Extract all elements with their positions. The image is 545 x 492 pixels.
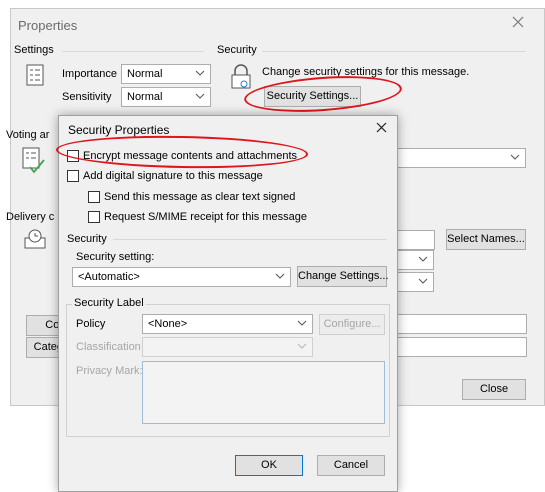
signature-label: Add digital signature to this message — [83, 170, 263, 182]
close-icon[interactable] — [512, 16, 524, 28]
security-group-header: Security — [217, 44, 257, 56]
importance-value: Normal — [127, 68, 163, 80]
privacy-mark-field[interactable] — [142, 361, 385, 424]
categories-field[interactable] — [392, 337, 527, 357]
chevron-down-icon — [296, 317, 308, 329]
change-settings-button[interactable]: Change Settings... — [297, 266, 389, 287]
contacts-field[interactable] — [392, 314, 527, 334]
settings-header: Settings — [14, 44, 54, 56]
policy-value: <None> — [148, 318, 188, 330]
chevron-down-icon — [509, 151, 521, 163]
settings-divider — [62, 51, 204, 52]
lock-icon — [229, 64, 253, 90]
dialog-security-header: Security — [67, 233, 107, 245]
signature-checkbox[interactable] — [67, 170, 79, 182]
clear-text-checkbox[interactable] — [88, 191, 100, 203]
delivery-field[interactable] — [392, 230, 435, 250]
voting-select[interactable] — [392, 148, 526, 168]
importance-select[interactable]: Normal — [121, 64, 211, 84]
clear-text-label: Send this message as clear text signed — [104, 191, 296, 203]
chevron-down-icon — [417, 253, 429, 265]
select-names-button[interactable]: Select Names... — [446, 229, 526, 250]
chevron-down-icon — [417, 275, 429, 287]
security-setting-label: Security setting: — [76, 251, 155, 263]
security-label-header: Security Label — [72, 297, 146, 309]
chevron-down-icon — [194, 90, 206, 102]
settings-icon — [26, 64, 44, 86]
importance-label: Importance — [62, 68, 118, 80]
chevron-down-icon — [194, 67, 206, 79]
configure-button[interactable]: Configure... — [319, 314, 385, 335]
policy-label: Policy — [76, 318, 106, 330]
delivery-header: Delivery c — [6, 211, 55, 223]
policy-select[interactable]: <None> — [142, 314, 313, 334]
classification-select[interactable] — [142, 337, 313, 357]
voting-icon — [22, 147, 46, 175]
security-setting-value: <Automatic> — [78, 271, 140, 283]
voting-header: Voting ar — [6, 129, 50, 141]
dialog-close-icon[interactable] — [376, 122, 387, 133]
cancel-button[interactable]: Cancel — [317, 455, 385, 476]
dialog-security-divider — [113, 239, 387, 240]
smime-receipt-label: Request S/MIME receipt for this message — [104, 211, 307, 223]
close-button[interactable]: Close — [462, 379, 526, 400]
delivery-icon — [24, 228, 46, 250]
privacy-mark-label: Privacy Mark: — [76, 365, 143, 377]
smime-receipt-checkbox[interactable] — [88, 211, 100, 223]
ok-button[interactable]: OK — [235, 455, 303, 476]
security-divider — [262, 51, 526, 52]
sensitivity-select[interactable]: Normal — [121, 87, 211, 107]
sensitivity-label: Sensitivity — [62, 91, 112, 103]
delivery-select-2[interactable] — [392, 272, 434, 292]
chevron-down-icon — [274, 270, 286, 282]
delivery-select-1[interactable] — [392, 250, 434, 270]
chevron-down-icon — [296, 340, 308, 352]
classification-label: Classification — [76, 341, 141, 353]
sensitivity-value: Normal — [127, 91, 163, 103]
security-setting-select[interactable]: <Automatic> — [72, 267, 291, 287]
window-title: Properties — [18, 18, 78, 33]
